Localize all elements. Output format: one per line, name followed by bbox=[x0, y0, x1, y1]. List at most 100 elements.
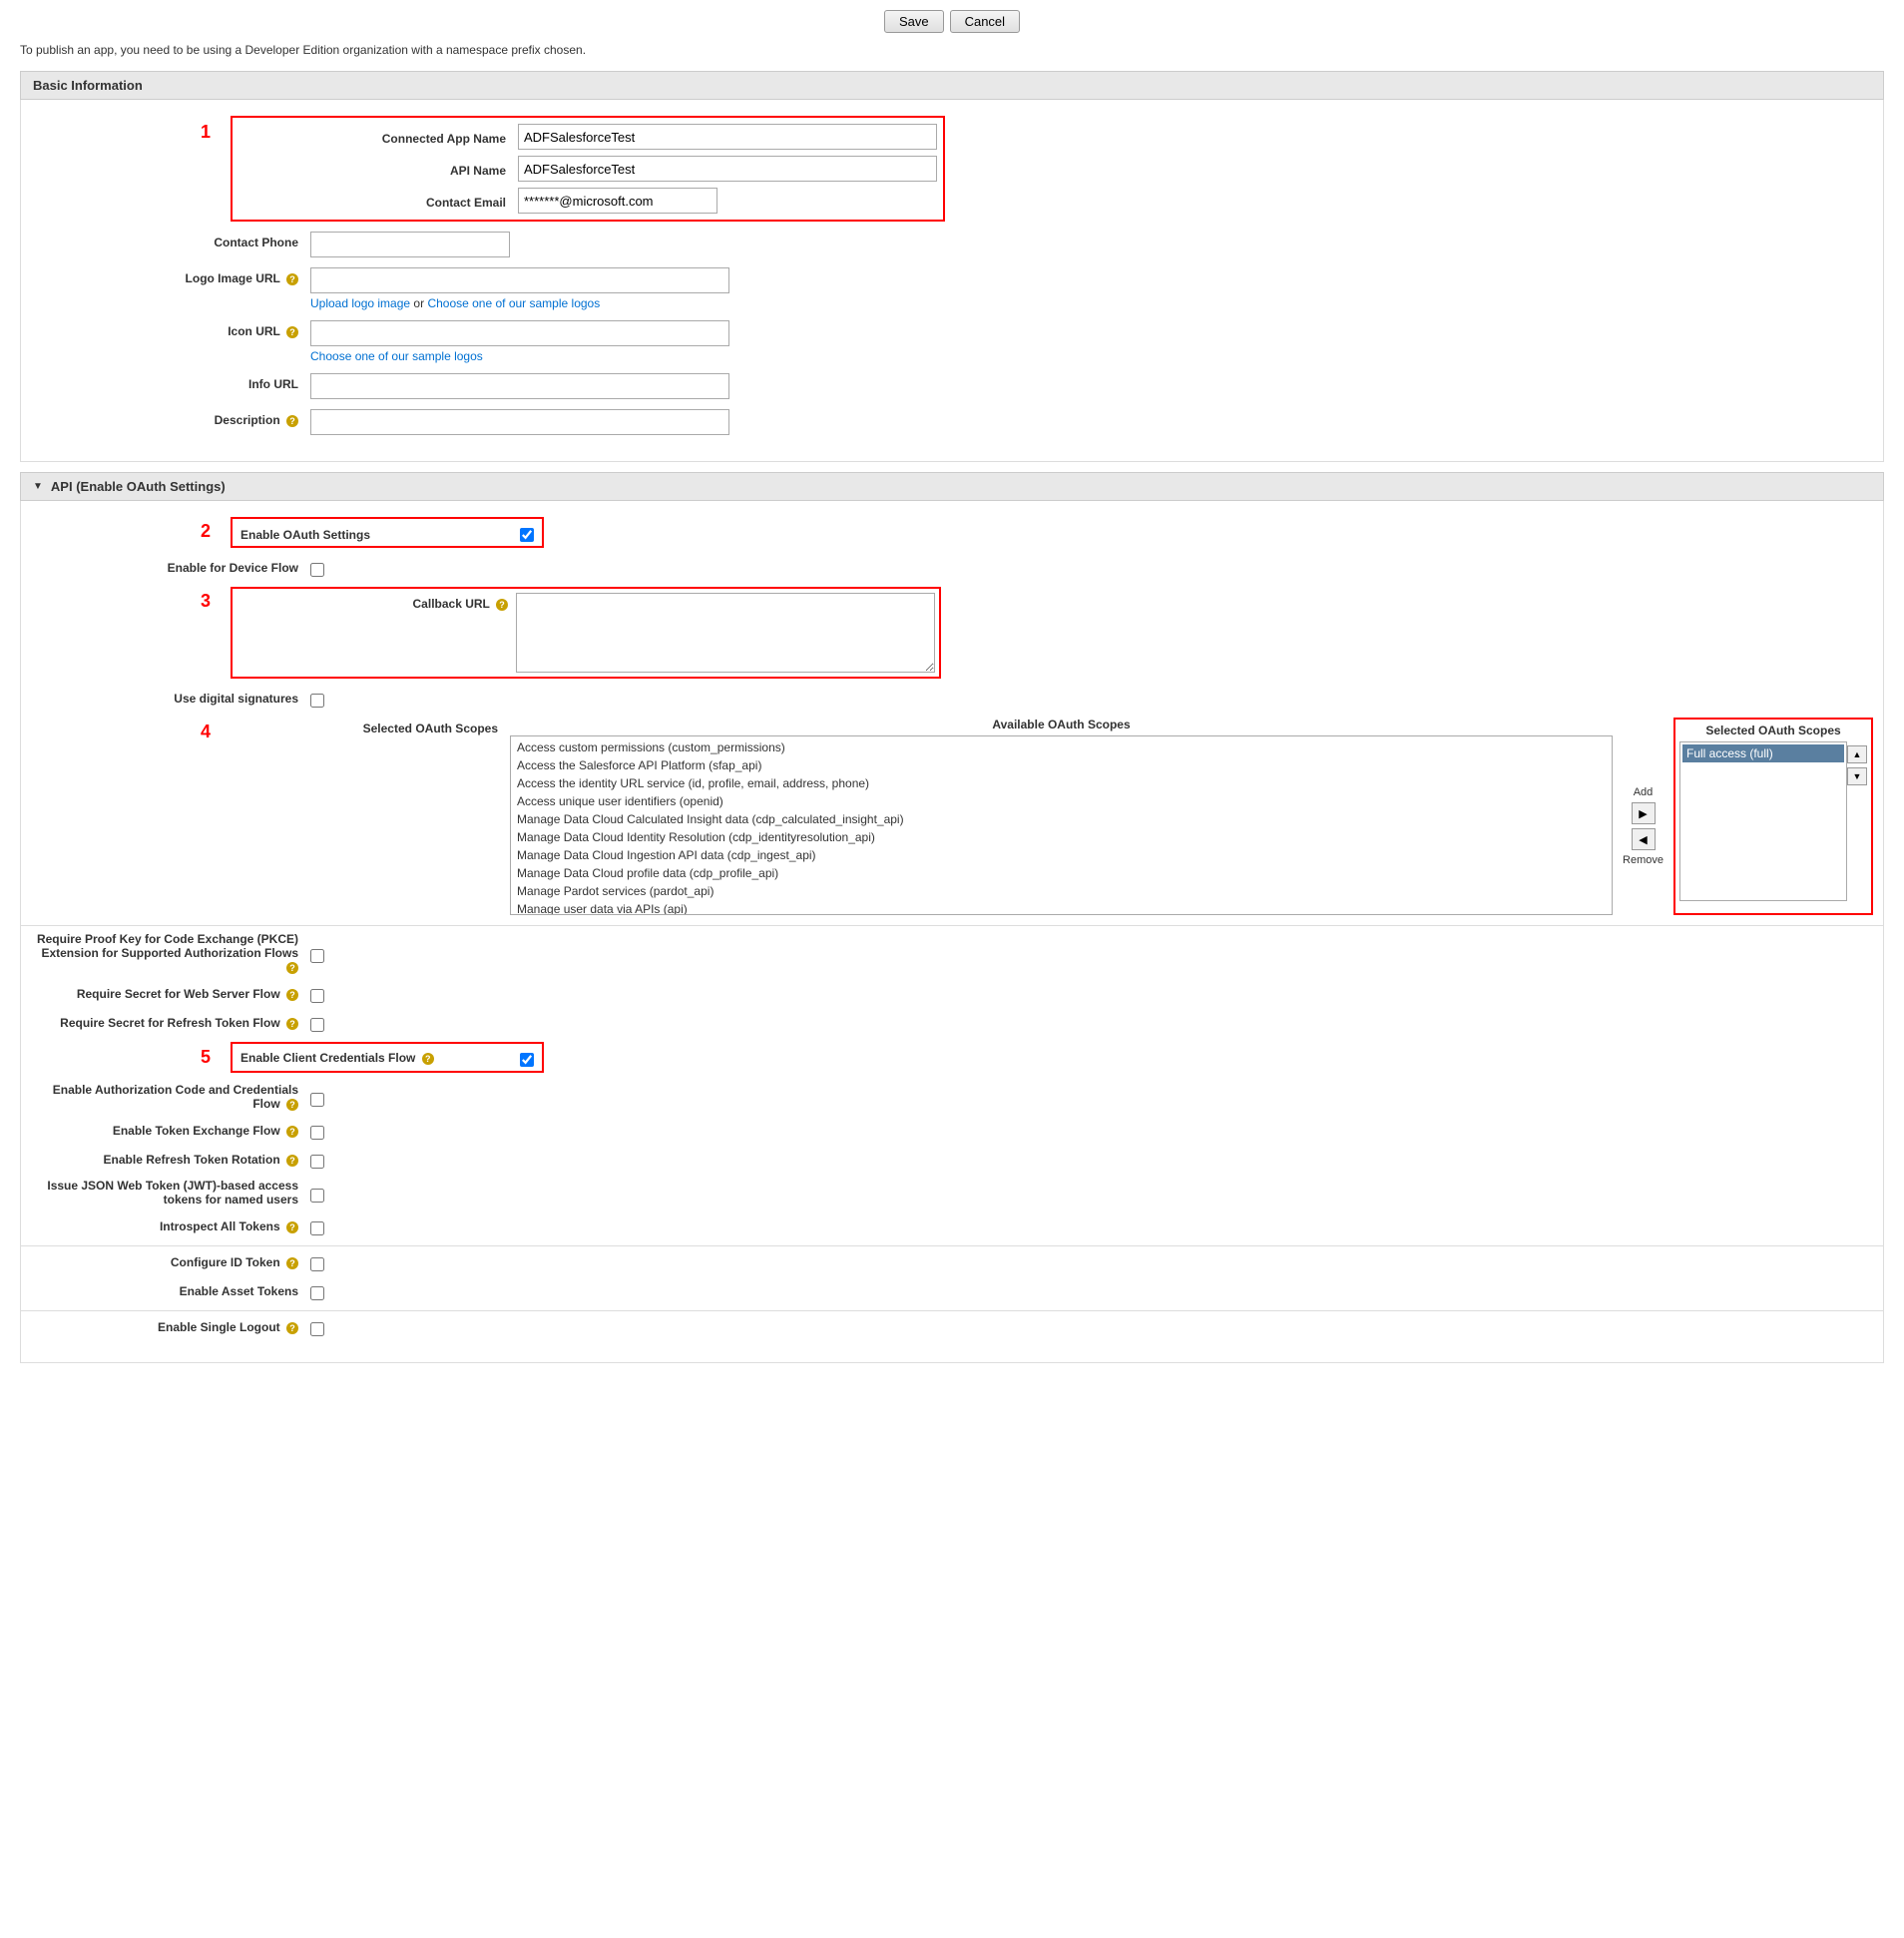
info-url-control bbox=[310, 373, 1873, 399]
info-text: To publish an app, you need to be using … bbox=[20, 43, 1884, 57]
callback-url-help-icon[interactable]: ? bbox=[496, 599, 508, 611]
enable-asset-checkbox[interactable] bbox=[310, 1286, 324, 1300]
cancel-button[interactable]: Cancel bbox=[950, 10, 1020, 33]
logo-url-control: Upload logo image or Choose one of our s… bbox=[310, 267, 1873, 310]
available-scopes-list[interactable]: Access custom permissions (custom_permis… bbox=[510, 735, 1613, 915]
digital-signatures-checkbox[interactable] bbox=[310, 694, 324, 708]
scope-item[interactable]: Access the Salesforce API Platform (sfap… bbox=[513, 756, 1610, 774]
icon-url-help-icon[interactable]: ? bbox=[286, 326, 298, 338]
description-row: Description ? bbox=[21, 409, 1883, 435]
icon-links: Choose one of our sample logos bbox=[310, 349, 1873, 363]
description-help-icon[interactable]: ? bbox=[286, 415, 298, 427]
pkce-help-icon[interactable]: ? bbox=[286, 962, 298, 974]
selected-scope-item[interactable]: Full access (full) bbox=[1682, 744, 1844, 762]
issue-jwt-checkbox[interactable] bbox=[310, 1189, 324, 1203]
introspect-all-help-icon[interactable]: ? bbox=[286, 1221, 298, 1233]
scope-item[interactable]: Manage Data Cloud Ingestion API data (cd… bbox=[513, 846, 1610, 864]
api-section-title: API (Enable OAuth Settings) bbox=[51, 479, 226, 494]
logo-links: Upload logo image or Choose one of our s… bbox=[310, 296, 1873, 310]
enable-oauth-checkbox[interactable] bbox=[520, 528, 534, 542]
enable-asset-label: Enable Asset Tokens bbox=[31, 1284, 310, 1298]
annotation-5: 5 bbox=[201, 1047, 211, 1067]
refresh-rotation-label: Enable Refresh Token Rotation ? bbox=[31, 1153, 310, 1167]
configure-id-checkbox[interactable] bbox=[310, 1257, 324, 1271]
scope-item[interactable]: Manage Data Cloud Identity Resolution (c… bbox=[513, 828, 1610, 846]
icon-url-input[interactable] bbox=[310, 320, 729, 346]
single-logout-checkbox[interactable] bbox=[310, 1322, 324, 1336]
scope-scroll-arrows: ▲ ▼ bbox=[1847, 741, 1867, 901]
api-name-input[interactable] bbox=[518, 156, 937, 182]
top-action-bar: Save Cancel bbox=[20, 10, 1884, 33]
configure-id-label: Configure ID Token ? bbox=[31, 1255, 310, 1269]
description-label: Description ? bbox=[31, 409, 310, 427]
single-logout-help-icon[interactable]: ? bbox=[286, 1322, 298, 1334]
token-exchange-checkbox[interactable] bbox=[310, 1126, 324, 1140]
device-flow-checkbox[interactable] bbox=[310, 563, 324, 577]
refresh-rotation-help-icon[interactable]: ? bbox=[286, 1155, 298, 1167]
available-scopes-container: Available OAuth Scopes Access custom per… bbox=[510, 718, 1613, 915]
configure-id-row: Configure ID Token ? bbox=[21, 1252, 1883, 1271]
annotation-1: 1 bbox=[201, 122, 211, 142]
contact-phone-control bbox=[310, 232, 1873, 257]
add-scope-button[interactable]: ▶ bbox=[1632, 802, 1656, 824]
info-url-input[interactable] bbox=[310, 373, 729, 399]
configure-id-help-icon[interactable]: ? bbox=[286, 1257, 298, 1269]
api-section-header: ▼ API (Enable OAuth Settings) bbox=[20, 472, 1884, 501]
annotation-4: 4 bbox=[201, 722, 211, 741]
icon-url-label: Icon URL ? bbox=[31, 320, 310, 338]
collapse-triangle[interactable]: ▼ bbox=[33, 481, 43, 492]
contact-email-input[interactable] bbox=[518, 188, 717, 214]
scope-item[interactable]: Access the identity URL service (id, pro… bbox=[513, 774, 1610, 792]
scope-item[interactable]: Manage user data via APIs (api) bbox=[513, 900, 1610, 915]
pkce-label: Require Proof Key for Code Exchange (PKC… bbox=[31, 932, 310, 974]
auth-code-row: Enable Authorization Code and Credential… bbox=[21, 1083, 1883, 1111]
scope-item[interactable]: Access custom permissions (custom_permis… bbox=[513, 738, 1610, 756]
token-exchange-label: Enable Token Exchange Flow ? bbox=[31, 1124, 310, 1138]
scope-item[interactable]: Manage Data Cloud profile data (cdp_prof… bbox=[513, 864, 1610, 882]
scope-scroll-up-button[interactable]: ▲ bbox=[1847, 745, 1867, 763]
require-secret-web-label: Require Secret for Web Server Flow ? bbox=[31, 987, 310, 1001]
basic-info-title: Basic Information bbox=[33, 78, 143, 93]
annotation-2: 2 bbox=[201, 521, 211, 541]
logo-url-help-icon[interactable]: ? bbox=[286, 273, 298, 285]
client-credentials-checkbox[interactable] bbox=[520, 1053, 534, 1067]
callback-url-label: Callback URL ? bbox=[237, 593, 516, 611]
scope-item[interactable]: Manage Data Cloud Calculated Insight dat… bbox=[513, 810, 1610, 828]
logo-url-input[interactable] bbox=[310, 267, 729, 293]
pkce-checkbox[interactable] bbox=[310, 949, 324, 963]
contact-phone-input[interactable] bbox=[310, 232, 510, 257]
token-exchange-help-icon[interactable]: ? bbox=[286, 1126, 298, 1138]
callback-url-red-box: Callback URL ? bbox=[231, 587, 941, 679]
require-secret-web-help-icon[interactable]: ? bbox=[286, 989, 298, 1001]
refresh-rotation-checkbox[interactable] bbox=[310, 1155, 324, 1169]
callback-url-textarea[interactable] bbox=[516, 593, 935, 673]
upload-logo-link[interactable]: Upload logo image bbox=[310, 296, 410, 310]
connected-app-name-input[interactable] bbox=[518, 124, 937, 150]
description-input[interactable] bbox=[310, 409, 729, 435]
sample-logos-link-1[interactable]: Choose one of our sample logos bbox=[427, 296, 600, 310]
sample-logos-link-2[interactable]: Choose one of our sample logos bbox=[310, 349, 483, 363]
selected-scopes-red-box: Selected OAuth Scopes Full access (full)… bbox=[1673, 718, 1873, 915]
scope-item[interactable]: Access unique user identifiers (openid) bbox=[513, 792, 1610, 810]
basic-info-section-body: 1 Connected App Name API Name Contact Em… bbox=[20, 100, 1884, 462]
scope-scroll-down-button[interactable]: ▼ bbox=[1847, 767, 1867, 785]
auth-code-help-icon[interactable]: ? bbox=[286, 1099, 298, 1111]
remove-scope-button[interactable]: ◀ bbox=[1632, 828, 1656, 850]
annotation-3: 3 bbox=[201, 591, 211, 611]
pkce-row: Require Proof Key for Code Exchange (PKC… bbox=[21, 932, 1883, 974]
client-credentials-help-icon[interactable]: ? bbox=[422, 1053, 434, 1065]
require-secret-web-checkbox[interactable] bbox=[310, 989, 324, 1003]
save-button[interactable]: Save bbox=[884, 10, 944, 33]
selected-scopes-list[interactable]: Full access (full) bbox=[1679, 741, 1847, 901]
require-secret-refresh-row: Require Secret for Refresh Token Flow ? bbox=[21, 1013, 1883, 1032]
single-logout-label: Enable Single Logout ? bbox=[31, 1320, 310, 1334]
auth-code-checkbox[interactable] bbox=[310, 1093, 324, 1107]
selected-oauth-scopes-label: Selected OAuth Scopes bbox=[231, 718, 510, 735]
refresh-rotation-row: Enable Refresh Token Rotation ? bbox=[21, 1150, 1883, 1169]
require-secret-refresh-checkbox[interactable] bbox=[310, 1018, 324, 1032]
introspect-all-checkbox[interactable] bbox=[310, 1221, 324, 1235]
scope-arrows: Add ▶ ◀ Remove bbox=[1623, 718, 1664, 915]
require-secret-refresh-help-icon[interactable]: ? bbox=[286, 1018, 298, 1030]
scope-item[interactable]: Manage Pardot services (pardot_api) bbox=[513, 882, 1610, 900]
logo-url-row: Logo Image URL ? Upload logo image or Ch… bbox=[21, 267, 1883, 310]
